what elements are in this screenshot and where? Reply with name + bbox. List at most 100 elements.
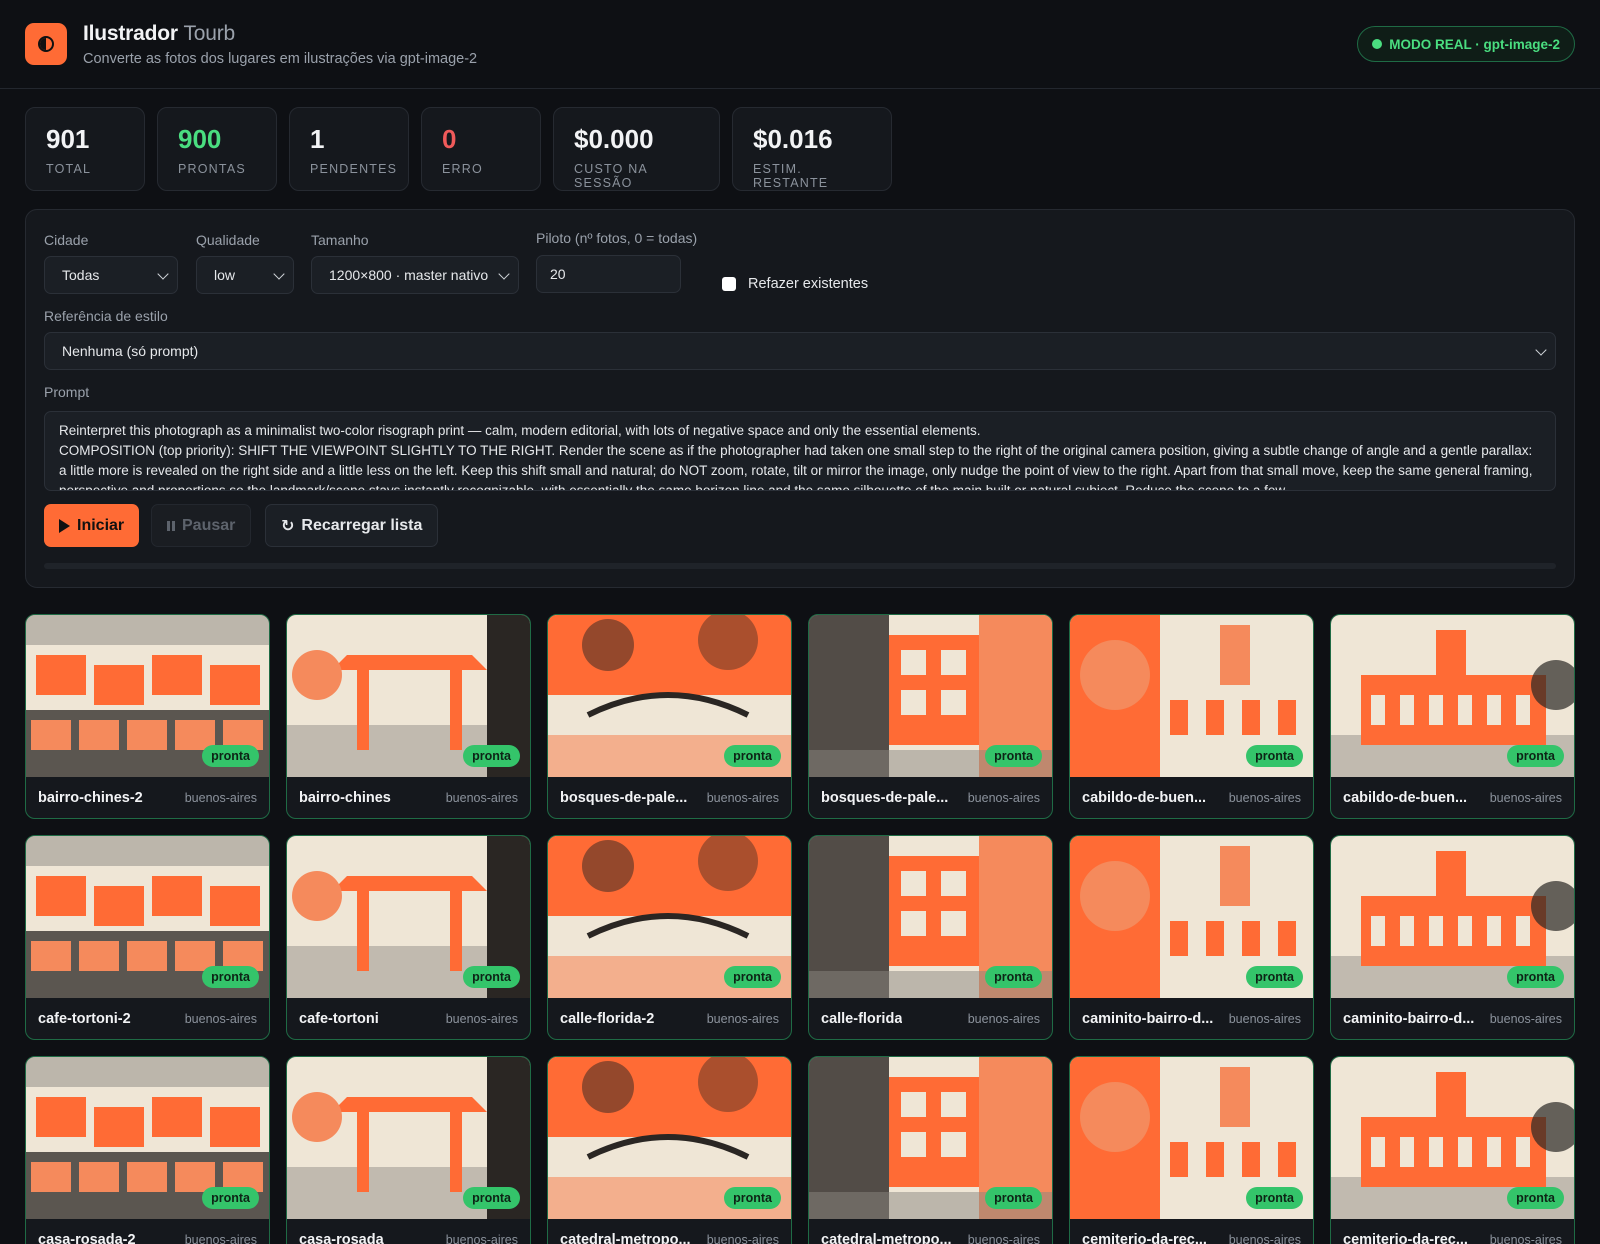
card-city: buenos-aires — [1489, 1232, 1562, 1244]
title-block: Ilustrador Tourb Converte as fotos dos l… — [83, 22, 477, 67]
card-city: buenos-aires — [184, 790, 257, 805]
card-name: cabildo-de-buen... — [1343, 789, 1468, 806]
card-city: buenos-aires — [184, 1232, 257, 1244]
illustration-card[interactable]: pronta bairro-chines buenos-aires — [286, 614, 531, 819]
redo-existing-label: Refazer existentes — [748, 276, 869, 292]
control-panel: Cidade Todas Qualidade low Tamanho 1200×… — [25, 209, 1575, 588]
illustration-thumbnail: pronta — [287, 615, 530, 777]
illustration-card[interactable]: pronta cabildo-de-buen... buenos-aires — [1330, 614, 1575, 819]
quality-select[interactable]: low — [196, 256, 294, 294]
illustration-card[interactable]: pronta bosques-de-pale... buenos-aires — [547, 614, 792, 819]
illustration-card[interactable]: pronta caminito-bairro-d... buenos-aires — [1069, 835, 1314, 1040]
stat-prontas: 900 PRONTAS — [157, 107, 277, 191]
card-city: buenos-aires — [184, 1011, 257, 1026]
card-footer: cafe-tortoni buenos-aires — [287, 998, 530, 1039]
card-footer: calle-florida-2 buenos-aires — [548, 998, 791, 1039]
card-footer: cemiterio-da-rec... buenos-aires — [1331, 1219, 1574, 1244]
card-city: buenos-aires — [1228, 1011, 1301, 1026]
stat-label: ESTIM. RESTANTE — [753, 162, 829, 190]
style-ref-label: Referência de estilo — [44, 308, 168, 324]
mode-badge: MODO REAL · gpt-image-2 — [1357, 26, 1575, 62]
chevron-down-icon — [157, 268, 169, 280]
illustration-card[interactable]: pronta calle-florida-2 buenos-aires — [547, 835, 792, 1040]
stats-row: 901 TOTAL 900 PRONTAS 1 PENDENTES 0 ERRO… — [25, 107, 892, 191]
card-name: bosques-de-pale... — [821, 789, 949, 806]
illustration-thumbnail: pronta — [809, 1057, 1052, 1219]
size-select[interactable]: 1200×800 · master nativo — [311, 256, 519, 294]
illustration-thumbnail: pronta — [1070, 1057, 1313, 1219]
illustration-thumbnail: pronta — [26, 615, 269, 777]
card-footer: bairro-chines buenos-aires — [287, 777, 530, 818]
card-city: buenos-aires — [445, 1011, 518, 1026]
illustration-card[interactable]: pronta bosques-de-pale... buenos-aires — [808, 614, 1053, 819]
redo-existing-toggle[interactable]: Refazer existentes — [722, 276, 868, 292]
status-badge: pronta — [1246, 966, 1303, 988]
illustration-thumbnail: pronta — [548, 615, 791, 777]
start-button-label: Iniciar — [77, 516, 125, 534]
status-badge: pronta — [202, 1187, 259, 1209]
start-button[interactable]: Iniciar — [44, 504, 140, 547]
card-footer: bosques-de-pale... buenos-aires — [809, 777, 1052, 818]
reload-button-label: Recarregar lista — [301, 516, 423, 534]
illustration-card[interactable]: pronta bairro-chines-2 buenos-aires — [25, 614, 270, 819]
card-city: buenos-aires — [706, 1011, 779, 1026]
style-ref-select[interactable]: Nenhuma (só prompt) — [44, 332, 1556, 370]
size-label: Tamanho — [311, 232, 369, 248]
illustration-grid: pronta bairro-chines-2 buenos-aires pron… — [25, 614, 1575, 1244]
card-footer: catedral-metropo... buenos-aires — [548, 1219, 791, 1244]
redo-existing-checkbox[interactable] — [722, 277, 736, 291]
pilot-input[interactable]: 20 — [536, 255, 681, 293]
card-city: buenos-aires — [1489, 790, 1562, 805]
status-badge: pronta — [1507, 745, 1564, 767]
card-name: bosques-de-pale... — [560, 789, 688, 806]
card-city: buenos-aires — [706, 1232, 779, 1244]
card-city: buenos-aires — [706, 790, 779, 805]
stat-estim-restante: $0.016 ESTIM. RESTANTE — [732, 107, 892, 191]
card-name: cafe-tortoni — [299, 1010, 379, 1027]
illustration-thumbnail: pronta — [287, 836, 530, 998]
illustration-card[interactable]: pronta cemiterio-da-rec... buenos-aires — [1069, 1056, 1314, 1244]
illustration-card[interactable]: pronta cafe-tortoni buenos-aires — [286, 835, 531, 1040]
illustration-thumbnail: pronta — [809, 615, 1052, 777]
card-footer: cabildo-de-buen... buenos-aires — [1331, 777, 1574, 818]
illustration-card[interactable]: pronta cabildo-de-buen... buenos-aires — [1069, 614, 1314, 819]
half-circle-icon — [38, 36, 54, 52]
status-badge: pronta — [724, 1187, 781, 1209]
card-name: catedral-metropo... — [821, 1231, 952, 1244]
card-footer: bosques-de-pale... buenos-aires — [548, 777, 791, 818]
progress-bar — [44, 563, 1556, 569]
card-name: catedral-metropo... — [560, 1231, 691, 1244]
card-name: cemiterio-da-rec... — [1082, 1231, 1207, 1244]
illustration-thumbnail: pronta — [26, 836, 269, 998]
status-badge: pronta — [463, 1187, 520, 1209]
illustration-card[interactable]: pronta caminito-bairro-d... buenos-aires — [1330, 835, 1575, 1040]
card-name: casa-rosada-2 — [38, 1231, 136, 1244]
card-footer: casa-rosada-2 buenos-aires — [26, 1219, 269, 1244]
illustration-card[interactable]: pronta cemiterio-da-rec... buenos-aires — [1330, 1056, 1575, 1244]
card-city: buenos-aires — [967, 1232, 1040, 1244]
mode-badge-label: MODO REAL · gpt-image-2 — [1389, 36, 1560, 52]
illustration-card[interactable]: pronta cafe-tortoni-2 buenos-aires — [25, 835, 270, 1040]
prompt-text: Reinterpret this photograph as a minimal… — [59, 423, 1533, 491]
prompt-textarea[interactable]: Reinterpret this photograph as a minimal… — [44, 411, 1556, 491]
illustration-thumbnail: pronta — [287, 1057, 530, 1219]
card-footer: calle-florida buenos-aires — [809, 998, 1052, 1039]
app-logo — [25, 23, 67, 65]
illustration-thumbnail: pronta — [1331, 615, 1574, 777]
card-footer: caminito-bairro-d... buenos-aires — [1331, 998, 1574, 1039]
illustration-card[interactable]: pronta calle-florida buenos-aires — [808, 835, 1053, 1040]
illustration-card[interactable]: pronta casa-rosada buenos-aires — [286, 1056, 531, 1244]
card-footer: caminito-bairro-d... buenos-aires — [1070, 998, 1313, 1039]
reload-button[interactable]: ↻ Recarregar lista — [265, 504, 439, 547]
illustration-card[interactable]: pronta casa-rosada-2 buenos-aires — [25, 1056, 270, 1244]
size-select-value: 1200×800 · master nativo — [329, 267, 489, 283]
style-ref-select-value: Nenhuma (só prompt) — [62, 343, 199, 359]
card-name: caminito-bairro-d... — [1082, 1010, 1214, 1027]
status-badge: pronta — [985, 1187, 1042, 1209]
card-name: bairro-chines-2 — [38, 789, 143, 806]
stat-value: 900 — [178, 124, 222, 154]
city-select[interactable]: Todas — [44, 256, 178, 294]
illustration-card[interactable]: pronta catedral-metropo... buenos-aires — [547, 1056, 792, 1244]
illustration-card[interactable]: pronta catedral-metropo... buenos-aires — [808, 1056, 1053, 1244]
pause-button[interactable]: Pausar — [151, 504, 252, 547]
